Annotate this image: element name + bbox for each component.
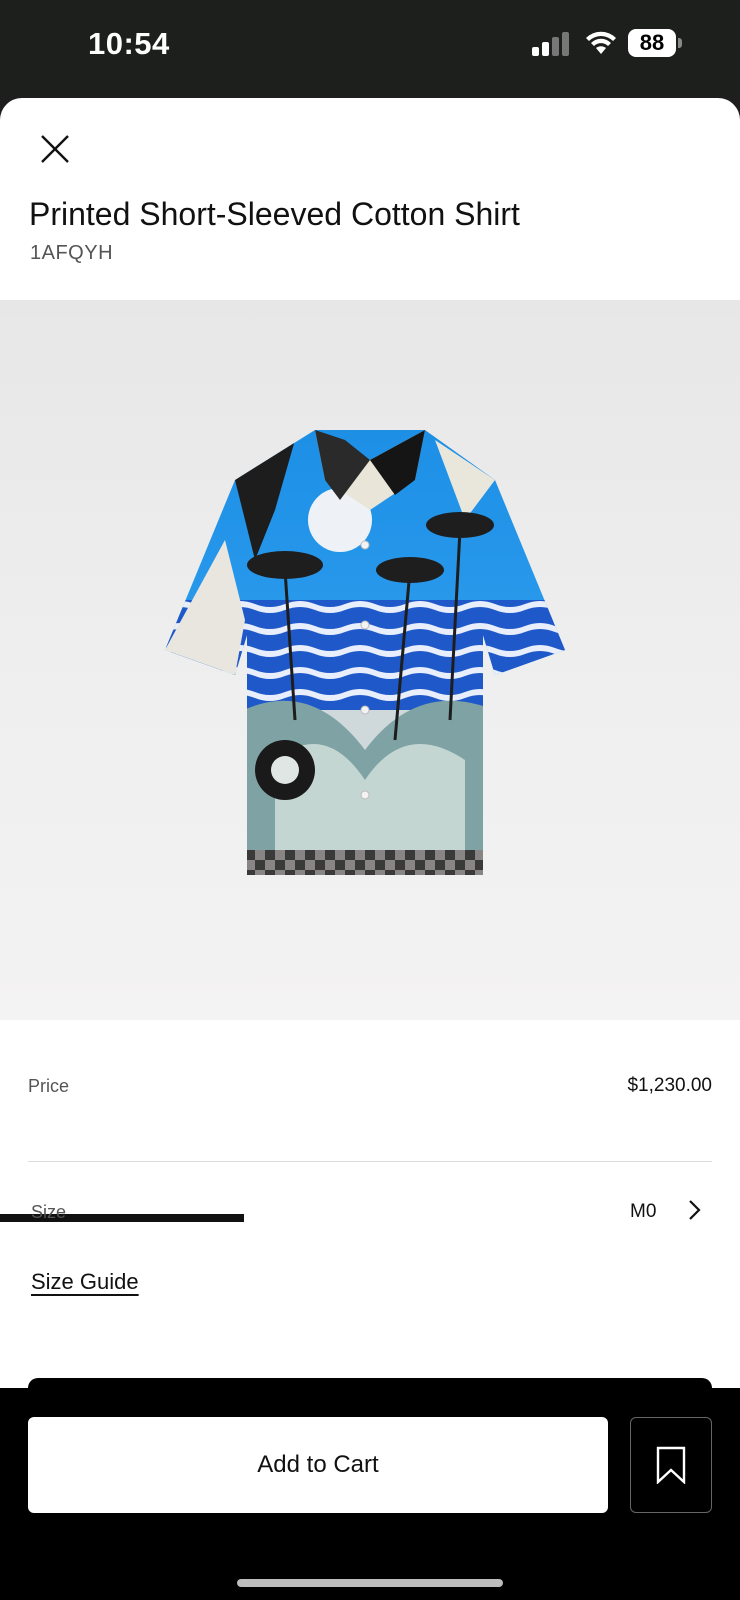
wishlist-button[interactable] bbox=[630, 1417, 712, 1513]
battery-level: 88 bbox=[628, 29, 676, 57]
product-title: Printed Short-Sleeved Cotton Shirt bbox=[29, 196, 520, 232]
price-label: Price bbox=[28, 1076, 70, 1096]
size-label: Size bbox=[31, 1202, 67, 1222]
close-icon[interactable] bbox=[36, 130, 74, 168]
size-selector[interactable]: Size M0 bbox=[0, 1188, 740, 1238]
status-bar: 10:54 88 bbox=[0, 0, 740, 98]
bottom-action-bar: Add to Cart bbox=[0, 1388, 740, 1600]
size-guide-link[interactable]: Size Guide bbox=[31, 1269, 139, 1295]
divider bbox=[28, 1161, 712, 1162]
sheet-edge bbox=[28, 1378, 712, 1388]
home-indicator bbox=[237, 1579, 503, 1587]
status-time: 10:54 bbox=[88, 26, 170, 61]
bookmark-icon bbox=[656, 1446, 686, 1484]
product-image-gallery[interactable] bbox=[0, 300, 740, 1222]
battery-icon: 88 bbox=[628, 29, 682, 57]
price-value: $1,230.00 bbox=[627, 1075, 712, 1096]
product-sku: 1AFQYH bbox=[30, 242, 114, 264]
chevron-right-icon bbox=[689, 1200, 701, 1220]
product-sheet: Printed Short-Sleeved Cotton Shirt 1AFQY… bbox=[0, 98, 740, 1388]
shirt-product-image bbox=[165, 430, 565, 875]
cellular-signal-icon bbox=[532, 30, 572, 56]
size-value: M0 bbox=[630, 1201, 657, 1222]
wifi-icon bbox=[584, 30, 618, 56]
add-to-cart-button[interactable]: Add to Cart bbox=[28, 1417, 608, 1513]
